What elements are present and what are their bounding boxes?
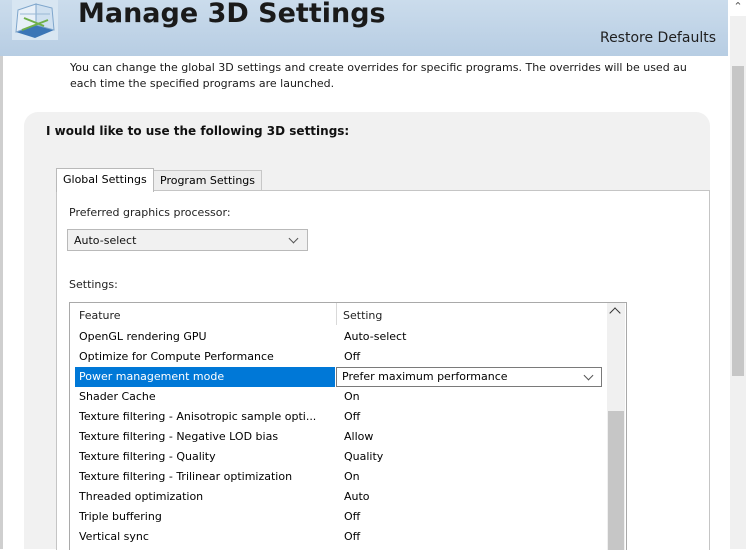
preferred-gpu-dropdown[interactable]: Auto-select [67,229,308,251]
settings-row[interactable]: Vertical sync Off [70,527,607,547]
row-setting: Auto [344,490,370,503]
settings-row[interactable]: Optimize for Compute Performance Off [70,347,607,367]
row-feature: Vertical sync [79,530,149,543]
settings-grid-scroll-thumb[interactable] [608,411,624,550]
row-feature: Threaded optimization [79,490,204,503]
settings-row[interactable]: Texture filtering - Anisotropic sample o… [70,407,607,427]
row-setting: On [344,390,360,403]
page-description: You can change the global 3D settings an… [70,60,710,92]
row-feature: Shader Cache [79,390,156,403]
settings-row[interactable]: Texture filtering - Negative LOD bias Al… [70,427,607,447]
row-setting: On [344,470,360,483]
row-feature: Optimize for Compute Performance [79,350,274,363]
row-setting: Off [344,530,361,543]
row-setting: Off [344,510,361,523]
row-feature: Texture filtering - Anisotropic sample o… [79,410,317,423]
left-border [0,56,3,549]
settings-row[interactable]: Shader Cache On [70,387,607,407]
page-title: Manage 3D Settings [78,0,386,29]
row-setting: Allow [344,430,374,443]
power-management-dropdown[interactable]: Prefer maximum performance [336,367,602,387]
page-scrollbar-thumb[interactable] [732,66,744,376]
row-setting: Prefer maximum performance [342,370,508,383]
section-title: I would like to use the following 3D set… [46,124,350,138]
column-header-setting[interactable]: Setting [343,309,382,322]
page-scroll-up-arrow[interactable]: ⌃ [730,0,746,16]
description-line-2: each time the specified programs are lau… [70,77,335,90]
preferred-gpu-value: Auto-select [74,234,137,247]
settings-grid: Feature Setting OpenGL rendering GPU Aut… [69,302,627,550]
scroll-up-arrow-icon[interactable] [609,307,621,319]
row-setting: Quality [344,450,384,463]
row-feature: OpenGL rendering GPU [79,330,207,343]
page-header: Manage 3D Settings Restore Defaults [0,0,728,56]
row-setting: Off [344,350,361,363]
column-header-feature[interactable]: Feature [79,309,121,322]
row-feature: Texture filtering - Quality [79,450,216,463]
settings-row[interactable]: OpenGL rendering GPU Auto-select [70,327,607,347]
tab-program-settings[interactable]: Program Settings [153,170,263,191]
row-feature: Texture filtering - Negative LOD bias [79,430,279,443]
restore-defaults-link[interactable]: Restore Defaults [600,30,716,46]
row-setting: Auto-select [344,330,407,343]
chevron-down-icon [583,370,594,381]
tab-global-settings[interactable]: Global Settings [56,168,154,192]
chevron-down-icon [288,233,299,244]
settings-row[interactable]: Texture filtering - Trilinear optimizati… [70,467,607,487]
settings-label: Settings: [69,278,118,291]
nvidia-3d-settings-icon [12,0,58,40]
column-divider[interactable] [336,303,337,325]
settings-row[interactable]: Texture filtering - Quality Quality [70,447,607,467]
row-feature: Power management mode [79,370,225,383]
row-setting: Off [344,410,361,423]
row-feature: Triple buffering [79,510,162,523]
manage-3d-settings-page: Manage 3D Settings Restore Defaults ⌃ Yo… [0,0,746,550]
description-line-1: You can change the global 3D settings an… [70,61,687,74]
settings-row[interactable]: Triple buffering Off [70,507,607,527]
settings-row[interactable]: Threaded optimization Auto [70,487,607,507]
preferred-gpu-label: Preferred graphics processor: [69,206,231,219]
row-feature: Texture filtering - Trilinear optimizati… [79,470,293,483]
settings-row-selected[interactable]: Power management mode Prefer maximum per… [70,367,607,387]
settings-grid-scrollbar[interactable] [607,303,625,550]
